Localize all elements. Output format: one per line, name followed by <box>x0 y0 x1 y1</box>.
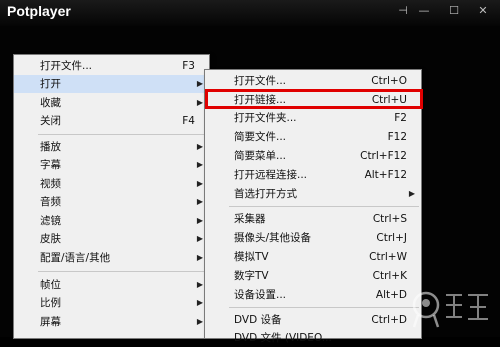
submenu-arrow-icon: ▶ <box>196 142 203 151</box>
submenu-item-capture[interactable]: 采集器 Ctrl+S <box>205 210 421 228</box>
open-submenu: 打开文件... Ctrl+O 打开链接... Ctrl+U 打开文件夹... F… <box>204 69 422 344</box>
menu-item-label: 播放 <box>40 141 61 153</box>
menu-item-close[interactable]: 关闭 F4 <box>14 112 209 130</box>
menu-item-audio[interactable]: 音频 ▶ <box>14 193 209 211</box>
menu-item-shortcut: Alt+D <box>375 289 407 301</box>
menu-separator <box>229 307 419 308</box>
menu-item-label: 打开 <box>40 78 61 90</box>
menu-item-shortcut: F12 <box>387 131 407 143</box>
menu-separator <box>38 271 207 272</box>
menu-item-open[interactable]: 打开 ▶ <box>14 75 209 93</box>
menu-item-label: 配置/语言/其他 <box>40 252 111 264</box>
menu-item-label: 首选打开方式 <box>234 188 297 200</box>
menu-item-shortcut: F4 <box>182 115 195 127</box>
menu-item-shortcut: Ctrl+O <box>371 75 407 87</box>
submenu-arrow-icon: ▶ <box>196 79 203 88</box>
submenu-item-remote-connection[interactable]: 打开远程连接... Alt+F12 <box>205 166 421 184</box>
menu-item-label: 字幕 <box>40 159 61 171</box>
submenu-arrow-icon: ▶ <box>196 234 203 243</box>
menu-separator <box>38 134 207 135</box>
submenu-item-open-file[interactable]: 打开文件... Ctrl+O <box>205 72 421 90</box>
menu-item-favorites[interactable]: 收藏 ▶ <box>14 94 209 112</box>
submenu-item-brief-file[interactable]: 简要文件... F12 <box>205 128 421 146</box>
menu-item-label: DVD 设备 <box>234 314 282 326</box>
menu-item-label: 简要文件... <box>234 131 287 143</box>
menu-item-video[interactable]: 视频 ▶ <box>14 175 209 193</box>
submenu-arrow-icon: ▶ <box>196 98 203 107</box>
menu-item-label: 关闭 <box>40 115 61 127</box>
menu-item-label: 帧位 <box>40 279 61 291</box>
app-title: Potplayer <box>7 3 71 19</box>
submenu-item-digital-tv[interactable]: 数字TV Ctrl+K <box>205 267 421 285</box>
menu-item-shortcut: Ctrl+S <box>372 213 407 225</box>
submenu-arrow-icon: ▶ <box>408 189 415 198</box>
submenu-arrow-icon: ▶ <box>196 280 203 289</box>
submenu-arrow-icon: ▶ <box>196 317 203 326</box>
submenu-item-camera-device[interactable]: 摄像头/其他设备 Ctrl+J <box>205 229 421 247</box>
menu-item-shortcut: Ctrl+D <box>371 314 407 326</box>
menu-item-label: 屏幕 <box>40 316 61 328</box>
highlight-annotation-box <box>205 89 423 109</box>
submenu-arrow-icon: ▶ <box>196 253 203 262</box>
menu-item-label: 简要菜单... <box>234 150 287 162</box>
submenu-item-preferred-open[interactable]: 首选打开方式 ▶ <box>205 185 421 203</box>
submenu-arrow-icon: ▶ <box>196 298 203 307</box>
menu-item-label: 视频 <box>40 178 61 190</box>
menu-item-frame[interactable]: 帧位 ▶ <box>14 276 209 294</box>
minimize-icon[interactable]: — <box>415 3 433 19</box>
submenu-arrow-icon: ▶ <box>196 216 203 225</box>
submenu-item-brief-menu[interactable]: 简要菜单... Ctrl+F12 <box>205 147 421 165</box>
menu-item-label: 比例 <box>40 297 61 309</box>
menu-item-shortcut: Ctrl+J <box>376 232 407 244</box>
menu-item-playback[interactable]: 播放 ▶ <box>14 138 209 156</box>
menu-item-skins[interactable]: 皮肤 ▶ <box>14 230 209 248</box>
menu-item-subtitles[interactable]: 字幕 ▶ <box>14 156 209 174</box>
close-icon[interactable]: ✕ <box>474 3 492 19</box>
menu-item-label: 打开远程连接... <box>234 169 308 181</box>
menu-item-filters[interactable]: 滤镜 ▶ <box>14 212 209 230</box>
menu-item-label: 打开文件... <box>40 60 93 72</box>
menu-item-screen[interactable]: 屏幕 ▶ <box>14 313 209 331</box>
menu-item-label: 音频 <box>40 196 61 208</box>
menu-item-shortcut: Ctrl+K <box>372 270 407 282</box>
menu-item-label: DVD 文件 (VIDEO... <box>234 332 332 344</box>
menu-item-open-file[interactable]: 打开文件... F3 <box>14 57 209 75</box>
pin-icon[interactable]: ⊣ <box>394 3 412 19</box>
menu-item-config-language[interactable]: 配置/语言/其他 ▶ <box>14 249 209 267</box>
title-bar: Potplayer ⊣ — ☐ ✕ <box>0 0 500 26</box>
submenu-item-device-settings[interactable]: 设备设置... Alt+D <box>205 286 421 304</box>
menu-item-label: 采集器 <box>234 213 266 225</box>
menu-item-label: 数字TV <box>234 270 269 282</box>
menu-item-label: 打开文件... <box>234 75 287 87</box>
submenu-item-dvd-file[interactable]: DVD 文件 (VIDEO... <box>205 329 421 347</box>
menu-item-shortcut: Ctrl+F12 <box>360 150 407 162</box>
menu-item-label: 收藏 <box>40 97 61 109</box>
menu-item-shortcut: Alt+F12 <box>364 169 407 181</box>
submenu-item-open-folder[interactable]: 打开文件夹... F2 <box>205 109 421 127</box>
watermark-logo <box>412 291 488 328</box>
submenu-arrow-icon: ▶ <box>196 179 203 188</box>
submenu-item-analog-tv[interactable]: 模拟TV Ctrl+W <box>205 248 421 266</box>
maximize-icon[interactable]: ☐ <box>445 3 463 19</box>
menu-item-label: 皮肤 <box>40 233 61 245</box>
menu-item-aspect-ratio[interactable]: 比例 ▶ <box>14 294 209 312</box>
menu-item-shortcut: F3 <box>182 60 195 72</box>
menu-item-label: 打开文件夹... <box>234 112 297 124</box>
submenu-arrow-icon: ▶ <box>196 160 203 169</box>
menu-item-label: 滤镜 <box>40 215 61 227</box>
menu-item-shortcut: Ctrl+W <box>369 251 407 263</box>
menu-item-label: 模拟TV <box>234 251 269 263</box>
context-menu: 打开文件... F3 打开 ▶ 收藏 ▶ 关闭 F4 播放 ▶ 字幕 ▶ 视频 … <box>13 54 210 339</box>
menu-item-label: 摄像头/其他设备 <box>234 232 312 244</box>
menu-separator <box>229 206 419 207</box>
menu-item-label: 设备设置... <box>234 289 287 301</box>
submenu-item-dvd-device[interactable]: DVD 设备 Ctrl+D <box>205 311 421 329</box>
submenu-arrow-icon: ▶ <box>196 197 203 206</box>
menu-item-shortcut: F2 <box>394 112 407 124</box>
